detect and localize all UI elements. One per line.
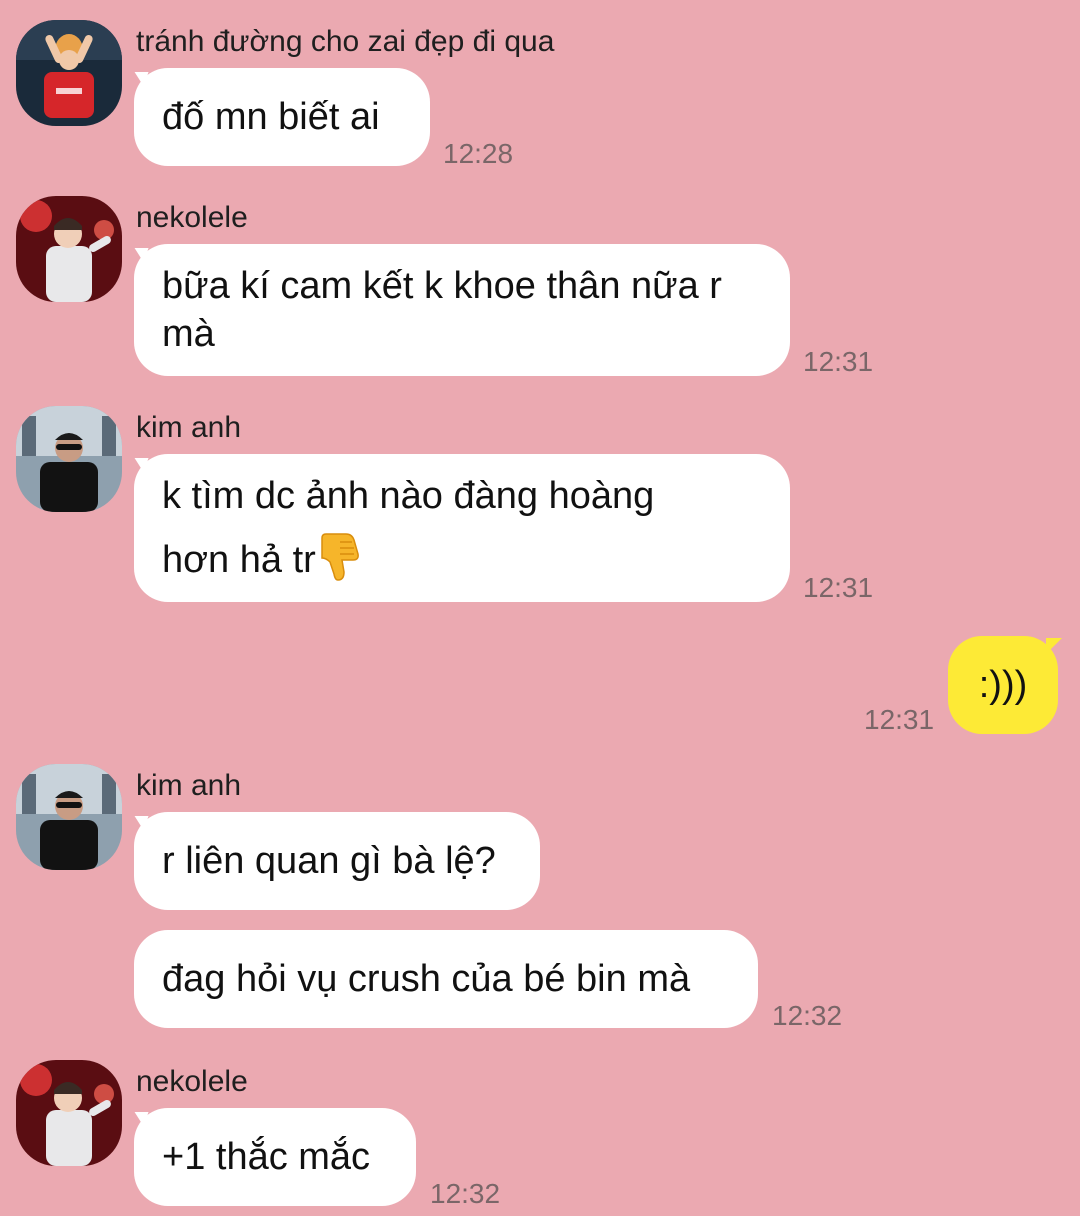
- message-time: 12:31: [864, 704, 935, 735]
- own-message-bubble[interactable]: :))): [948, 636, 1062, 734]
- avatar-stage-dark-image: [16, 764, 122, 870]
- avatar-stage-red-image: [16, 196, 122, 302]
- message-text-line: mà: [162, 313, 215, 355]
- avatar[interactable]: [16, 406, 122, 512]
- message-text: k tìm dc ảnh nào đàng hoàng hơn hả tr: [162, 464, 654, 592]
- avatar[interactable]: [16, 1060, 122, 1166]
- message-text: +1 thắc mắc: [162, 1136, 371, 1178]
- avatar[interactable]: [16, 764, 122, 870]
- sender-name: tránh đường cho zai đẹp đi qua: [136, 25, 555, 58]
- message-bubble[interactable]: đố mn biết ai: [134, 68, 430, 166]
- message-text: r liên quan gì bà lệ?: [162, 840, 496, 882]
- sender-name: kim anh: [136, 411, 242, 444]
- message-text: đag hỏi vụ crush của bé bin mà: [162, 958, 691, 1000]
- message-time: 12:32: [772, 1000, 843, 1031]
- message-time: 12:31: [803, 572, 874, 603]
- message-text-line: hơn hả tr: [162, 539, 316, 581]
- message-text: bữa kí cam kết k khoe thân nữa r mà: [162, 262, 722, 358]
- message-time: 12:31: [803, 346, 874, 377]
- message-text: :))): [978, 664, 1028, 706]
- message-bubble[interactable]: r liên quan gì bà lệ?: [134, 812, 540, 910]
- message-text-line: bữa kí cam kết k khoe thân nữa r: [162, 265, 722, 307]
- thumbs-down-icon: [321, 533, 359, 581]
- avatar-red-jersey-image: [16, 20, 122, 126]
- sender-name: nekolele: [136, 201, 248, 234]
- message-bubble[interactable]: +1 thắc mắc: [134, 1108, 416, 1206]
- message-bubble[interactable]: đag hỏi vụ crush của bé bin mà: [134, 930, 758, 1028]
- sender-name: nekolele: [136, 1065, 248, 1098]
- sender-name: kim anh: [136, 769, 242, 802]
- message-time: 12:32: [430, 1178, 501, 1209]
- avatar-stage-dark-image: [16, 406, 122, 512]
- avatar-stage-red-image: [16, 1060, 122, 1166]
- message-time: 12:28: [443, 138, 514, 169]
- message-bubble[interactable]: k tìm dc ảnh nào đàng hoàng hơn hả tr: [134, 454, 790, 602]
- avatar[interactable]: [16, 20, 122, 126]
- avatar[interactable]: [16, 196, 122, 302]
- message-text-line: k tìm dc ảnh nào đàng hoàng: [162, 475, 655, 517]
- message-bubble[interactable]: bữa kí cam kết k khoe thân nữa r mà: [134, 244, 790, 376]
- message-text: đố mn biết ai: [162, 96, 380, 138]
